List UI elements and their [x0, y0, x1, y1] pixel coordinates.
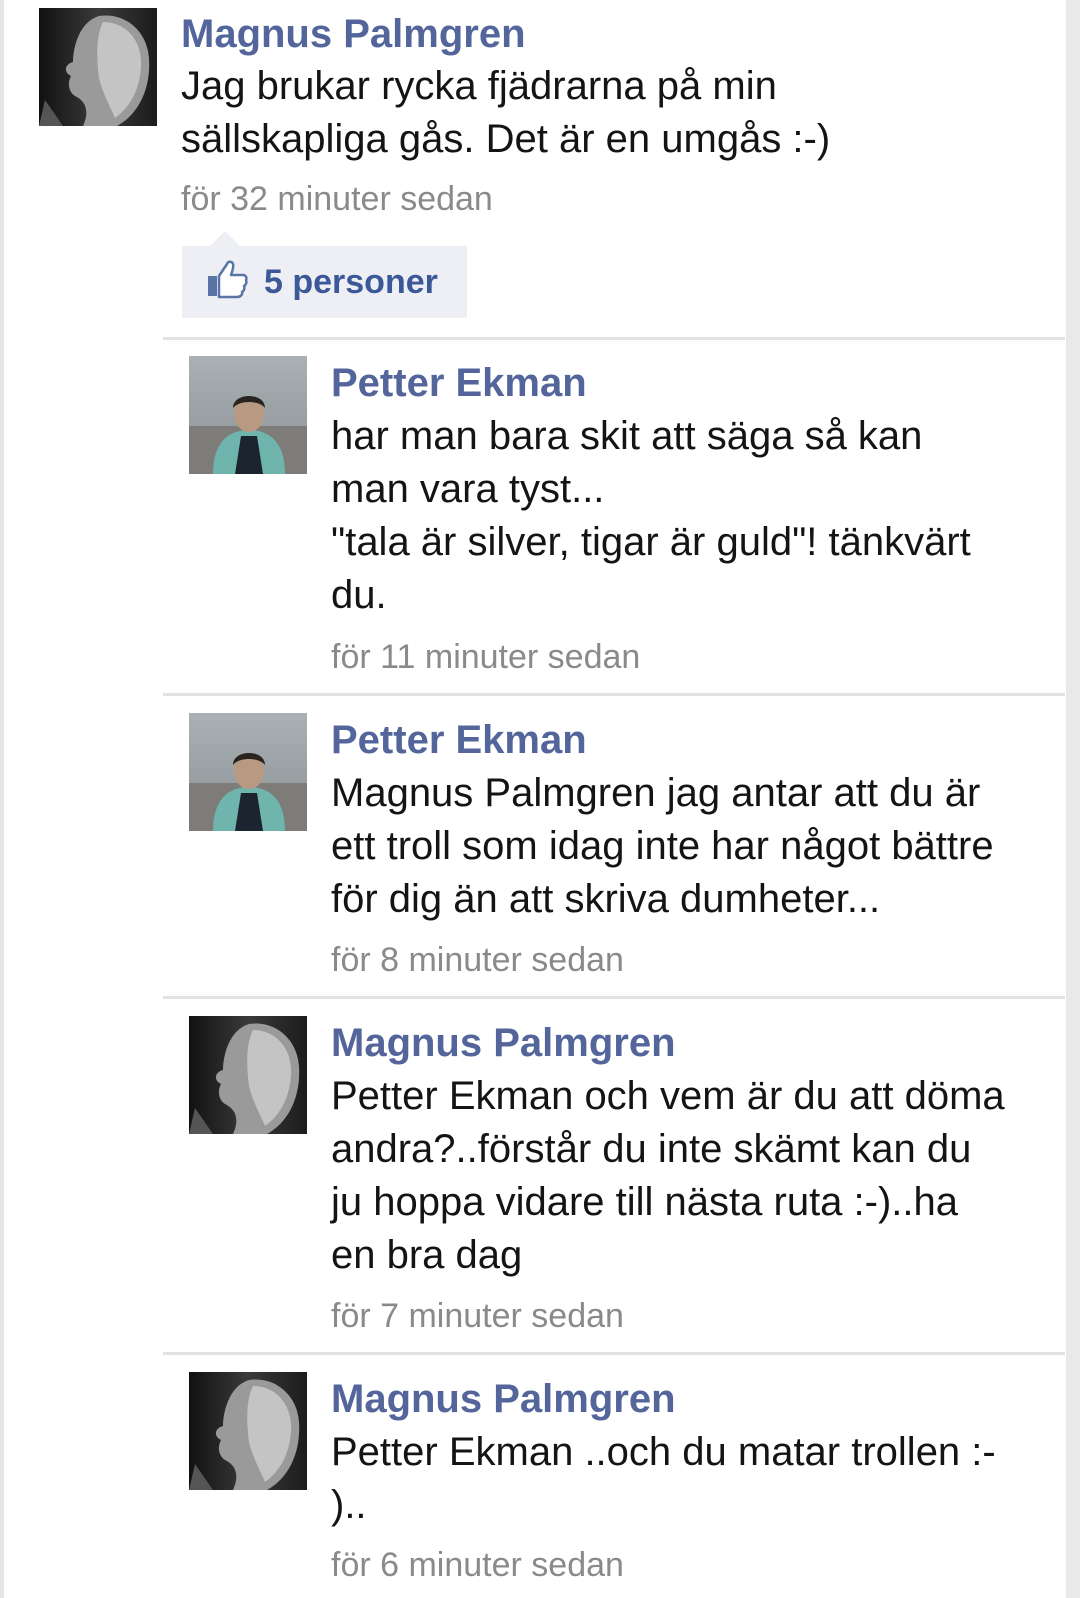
- avatar[interactable]: [39, 8, 157, 126]
- comment-divider: [163, 996, 1065, 999]
- comment-timestamp[interactable]: för 11 minuter sedan: [331, 637, 640, 677]
- likes-summary-button[interactable]: 5 personer: [182, 246, 467, 318]
- likes-count-label: 5 personer: [264, 263, 438, 301]
- post-text: Jag brukar rycka fjädrarna på min sällsk…: [181, 64, 831, 161]
- avatar[interactable]: [189, 1372, 307, 1490]
- right-scroll-edge: [1066, 0, 1080, 1598]
- comment-text: Petter Ekman ..och du matar trollen :- )…: [331, 1430, 996, 1527]
- comment-divider: [163, 1352, 1065, 1355]
- thumbs-up-icon: [206, 259, 248, 306]
- comment-author-name[interactable]: Magnus Palmgren: [331, 1019, 676, 1067]
- comment-divider: [163, 693, 1065, 696]
- comment-author-name[interactable]: Petter Ekman: [331, 716, 587, 764]
- comment-text: Petter Ekman och vem är du att döma andr…: [331, 1074, 1005, 1277]
- avatar[interactable]: [189, 356, 307, 474]
- comment-divider: [163, 337, 1065, 340]
- avatar[interactable]: [189, 713, 307, 831]
- comment-timestamp[interactable]: för 7 minuter sedan: [331, 1296, 624, 1336]
- comment-timestamp[interactable]: för 8 minuter sedan: [331, 940, 624, 980]
- left-edge: [0, 0, 4, 1598]
- comment-timestamp[interactable]: för 6 minuter sedan: [331, 1545, 624, 1585]
- comment-author-name[interactable]: Petter Ekman: [331, 359, 587, 407]
- comment-author-name[interactable]: Magnus Palmgren: [331, 1375, 676, 1423]
- comment-text: har man bara skit att säga så kan man va…: [331, 414, 971, 617]
- post-timestamp[interactable]: för 32 minuter sedan: [181, 179, 493, 219]
- likes-notch: [209, 231, 241, 247]
- avatar[interactable]: [189, 1016, 307, 1134]
- comment-text: Magnus Palmgren jag antar att du är ett …: [331, 771, 994, 921]
- post-author-name[interactable]: Magnus Palmgren: [181, 10, 526, 58]
